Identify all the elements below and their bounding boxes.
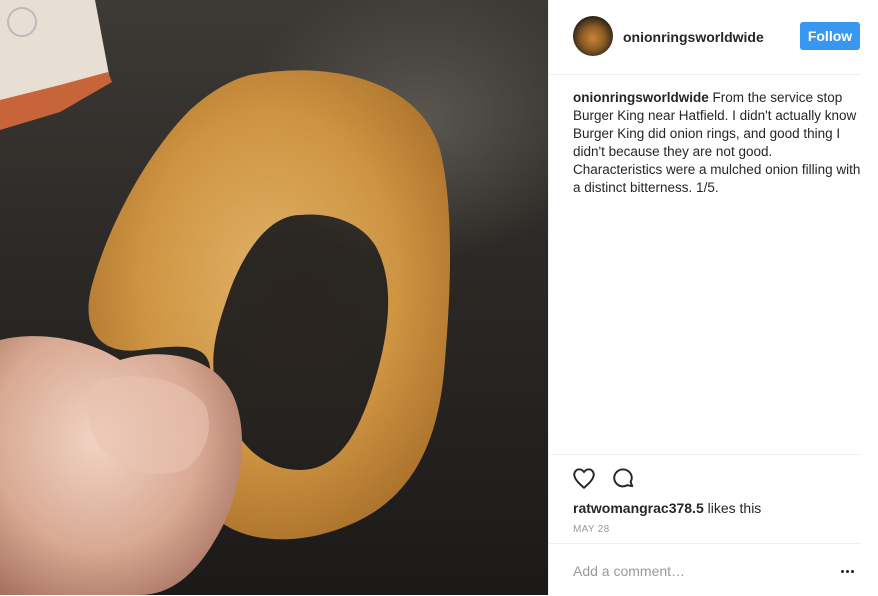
likes-suffix: likes this	[707, 500, 762, 516]
onion-ring-photo	[0, 0, 450, 595]
follow-button[interactable]: Follow	[800, 22, 860, 50]
caption-username[interactable]: onionringsworldwide	[573, 90, 709, 105]
comment-row	[549, 543, 861, 596]
post-date[interactable]: MAY 28	[573, 524, 609, 535]
comment-input[interactable]	[573, 560, 813, 582]
post-details-panel: onionringsworldwide Follow onionringswor…	[548, 0, 878, 595]
liker-username[interactable]: ratwomangrac378.5	[573, 500, 704, 516]
post-caption: onionringsworldwide From the service sto…	[573, 89, 863, 197]
heart-icon[interactable]	[571, 465, 599, 493]
author-username[interactable]: onionringsworldwide	[623, 29, 764, 45]
post-header: onionringsworldwide Follow	[549, 0, 861, 75]
post-photo[interactable]	[0, 0, 548, 595]
caption-text: From the service stop Burger King near H…	[573, 90, 861, 195]
post-actions: ratwomangrac378.5 likes this MAY 28	[549, 454, 861, 595]
avatar[interactable]	[573, 16, 613, 56]
more-options-icon[interactable]	[841, 566, 857, 576]
speech-bubble-icon[interactable]	[610, 465, 638, 493]
likes-line: ratwomangrac378.5 likes this	[573, 500, 761, 516]
